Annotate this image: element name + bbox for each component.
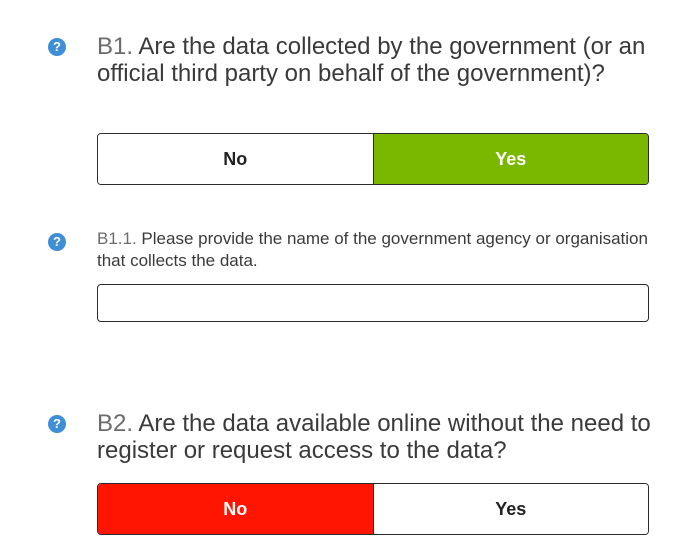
question-b2-text: B2. Are the data available online withou… — [97, 410, 657, 464]
question-b2-code: B2. — [97, 410, 134, 437]
b2-toggle: No Yes — [97, 483, 649, 535]
question-b1-1-label: Please provide the name of the governmen… — [97, 229, 648, 270]
b1-toggle: No Yes — [97, 133, 649, 185]
question-b1-1-code: B1.1. — [97, 229, 137, 248]
b2-yes-button[interactable]: Yes — [372, 484, 648, 534]
question-b1-1-text: B1.1. Please provide the name of the gov… — [97, 228, 657, 272]
help-icon[interactable]: ? — [48, 233, 66, 251]
agency-name-input[interactable] — [97, 284, 649, 322]
b1-yes-button[interactable]: Yes — [372, 134, 648, 184]
question-b1-code: B1. — [97, 33, 134, 60]
b1-no-button[interactable]: No — [98, 134, 373, 184]
question-b2-label: Are the data available online without th… — [97, 410, 651, 464]
question-b1-text: B1. Are the data collected by the govern… — [97, 33, 657, 87]
b2-no-button[interactable]: No — [98, 484, 373, 534]
question-b1-label: Are the data collected by the government… — [97, 33, 646, 87]
help-icon[interactable]: ? — [48, 38, 66, 56]
help-icon[interactable]: ? — [48, 415, 66, 433]
